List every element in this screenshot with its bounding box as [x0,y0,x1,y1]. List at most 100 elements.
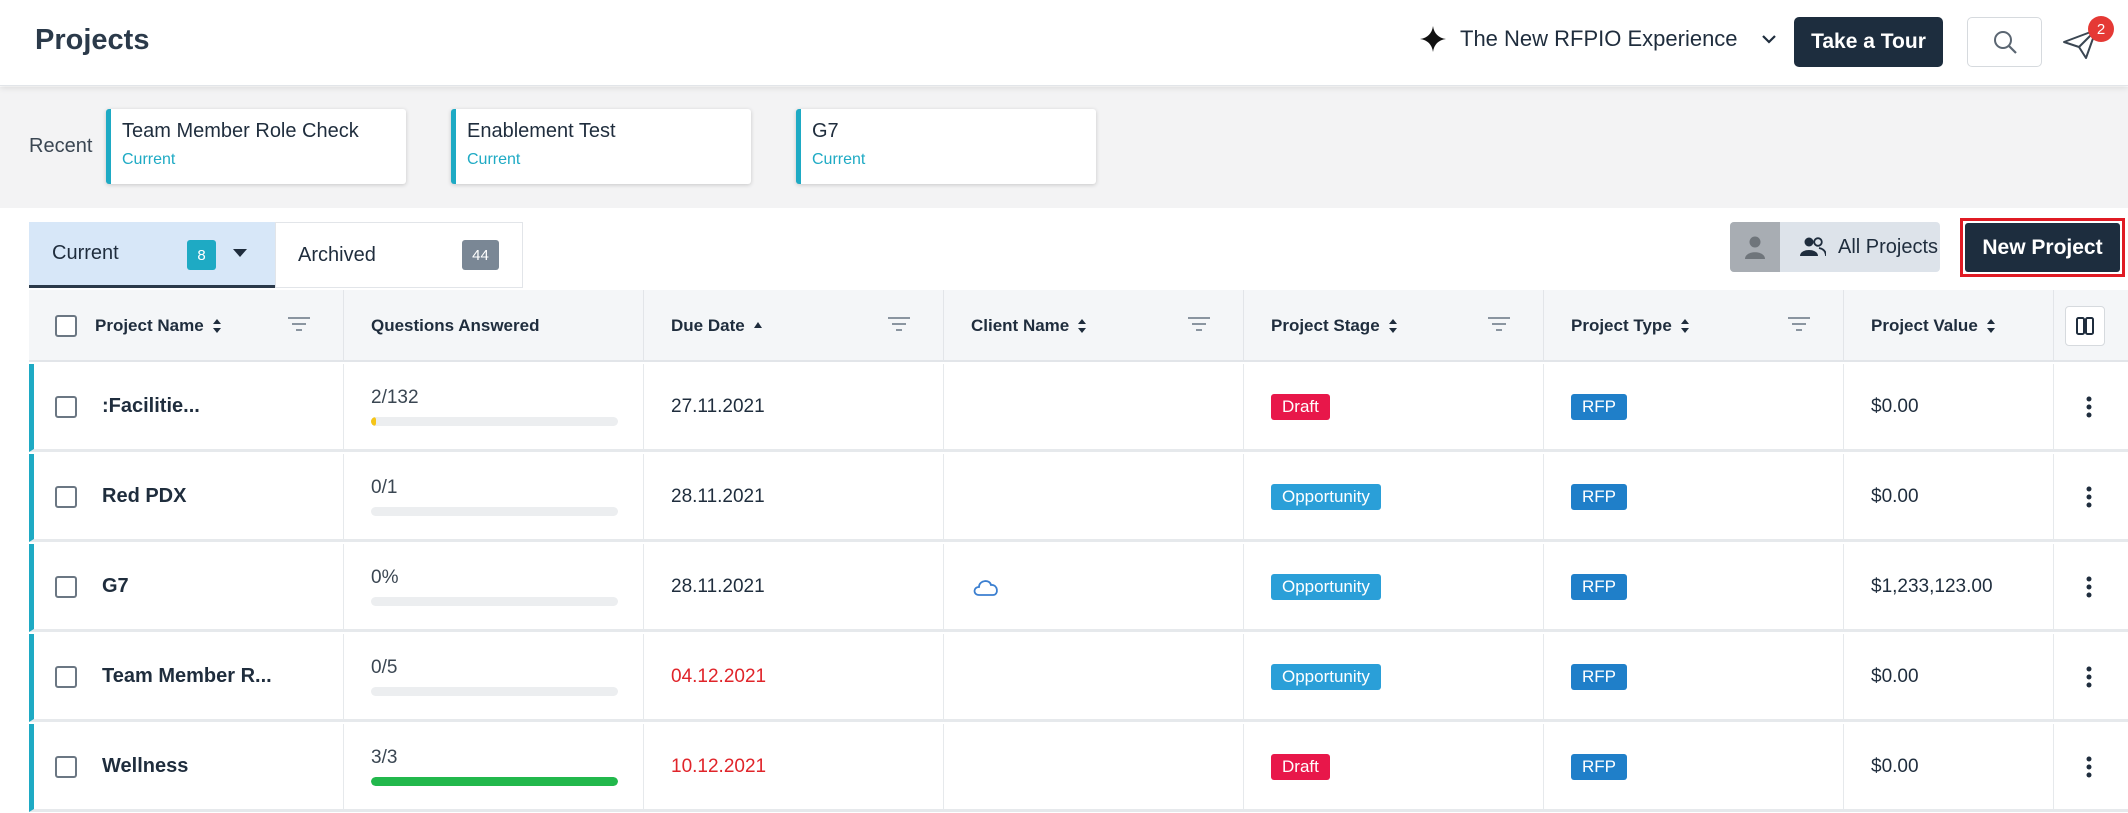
project-value: $0.00 [1871,485,1919,507]
due-date: 28.11.2021 [671,485,765,507]
col-project-type[interactable]: Project Type [1571,290,1690,362]
new-project-button[interactable]: New Project [1965,223,2120,272]
experience-switcher[interactable]: The New RFPIO Experience [1420,26,1778,52]
type-cell: RFP [1571,544,1627,629]
column-label: Project Value [1871,316,1978,335]
type-badge: RFP [1571,663,1627,690]
table-row[interactable]: Team Member R... 0/5 04.12.2021 Opportun… [29,634,2128,722]
tab-current[interactable]: Current 8 [29,222,275,288]
type-cell: RFP [1571,634,1627,719]
row-actions-button[interactable] [2086,364,2092,449]
row-checkbox[interactable] [55,755,77,778]
col-project-stage[interactable]: Project Stage [1271,290,1398,362]
search-icon [1993,31,2017,54]
row-actions-button[interactable] [2086,634,2092,719]
type-cell: RFP [1571,724,1627,809]
stage-cell: Opportunity [1271,634,1381,719]
project-name-link[interactable]: Team Member R... [102,634,272,719]
sort-icon[interactable] [212,318,222,334]
sort-icon[interactable] [1680,318,1690,334]
progress-bar [371,417,618,426]
filter-icon[interactable] [1487,314,1511,334]
stage-badge: Opportunity [1271,573,1381,600]
project-name-link[interactable]: :Facilitie... [102,364,200,449]
column-label: Client Name [971,316,1070,335]
filter-icon[interactable] [887,314,911,334]
type-badge: RFP [1571,393,1627,420]
recent-card[interactable]: Team Member Role Check Current [106,109,406,184]
row-checkbox-cell[interactable] [55,544,77,629]
project-value: $1,233,123.00 [1871,575,1993,597]
cloud-icon [973,579,998,596]
recent-card-status: Current [467,151,521,168]
row-checkbox-cell[interactable] [55,364,77,449]
row-actions-button[interactable] [2086,544,2092,629]
select-all-checkbox[interactable] [55,290,77,362]
table-row[interactable]: Wellness 3/3 10.12.2021 Draft RFP $0.00 [29,724,2128,812]
table-row[interactable]: Red PDX 0/1 28.11.2021 Opportunity RFP $… [29,454,2128,542]
project-name-link[interactable]: G7 [102,544,129,629]
row-checkbox-cell[interactable] [55,634,77,719]
recent-label: Recent [29,135,93,157]
all-projects-label: All Projects [1838,235,1939,258]
project-name-link[interactable]: Wellness [102,724,188,809]
col-project-value[interactable]: Project Value [1871,290,1996,362]
recent-card-status: Current [122,151,176,168]
row-checkbox-cell[interactable] [55,454,77,539]
stage-badge: Draft [1271,753,1330,780]
take-tour-button[interactable]: Take a Tour [1794,17,1943,67]
checkbox[interactable] [55,315,77,337]
type-cell: RFP [1571,454,1627,539]
col-due-date[interactable]: Due Date [671,290,763,362]
filter-icon[interactable] [1187,314,1211,334]
recent-card[interactable]: Enablement Test Current [451,109,751,184]
chevron-down-icon [1761,35,1776,44]
row-checkbox-cell[interactable] [55,724,77,809]
notification-badge: 2 [2088,16,2114,42]
notifications-button[interactable]: 2 [2062,16,2114,62]
sparkle-icon [1420,26,1446,52]
row-checkbox[interactable] [55,485,77,508]
questions-answered-text: 0/5 [371,657,398,678]
recent-projects-strip: Recent Team Member Role Check Current En… [0,87,2128,208]
table-header: Project Name Questions Answered Due Date… [29,290,2128,362]
caret-down-icon[interactable] [233,249,247,257]
recent-card-status: Current [812,151,866,168]
col-project-name[interactable]: Project Name [95,290,222,362]
column-label: Due Date [671,316,745,335]
table-row[interactable]: G7 0% 28.11.2021 Opportunity RFP $1,233,… [29,544,2128,632]
tab-archived[interactable]: Archived 44 [275,222,523,288]
progress-bar [371,687,618,696]
sort-icon[interactable] [1986,318,1996,334]
user-icon [1745,236,1765,259]
tab-archived-count: 44 [462,240,499,270]
row-checkbox[interactable] [55,395,77,418]
stage-badge: Draft [1271,393,1330,420]
row-checkbox[interactable] [55,665,77,688]
project-name-link[interactable]: Red PDX [102,454,186,539]
sort-icon[interactable] [1077,318,1087,334]
column-settings-button[interactable] [2065,290,2105,362]
sort-icon[interactable] [1388,318,1398,334]
row-actions-button[interactable] [2086,454,2092,539]
row-actions-button[interactable] [2086,724,2092,809]
search-button[interactable] [1967,17,2042,67]
progress-bar [371,777,618,786]
tab-archived-label: Archived [298,243,376,266]
users-icon [1800,237,1826,257]
table-row[interactable]: :Facilitie... 2/132 27.11.2021 Draft RFP… [29,364,2128,452]
recent-card-title: Enablement Test [467,120,616,142]
filter-icon[interactable] [287,314,311,334]
recent-card[interactable]: G7 Current [796,109,1096,184]
col-client-name[interactable]: Client Name [971,290,1087,362]
row-checkbox[interactable] [55,575,77,598]
due-date: 28.11.2021 [671,575,765,597]
due-date: 10.12.2021 [671,755,767,777]
filter-icon[interactable] [1787,314,1811,334]
project-value: $0.00 [1871,665,1919,687]
recent-card-title: Team Member Role Check [122,120,359,142]
type-badge: RFP [1571,573,1627,600]
sort-ascending-icon[interactable] [753,321,763,331]
all-projects-filter[interactable]: All Projects [1730,222,1940,272]
due-date: 27.11.2021 [671,395,765,417]
